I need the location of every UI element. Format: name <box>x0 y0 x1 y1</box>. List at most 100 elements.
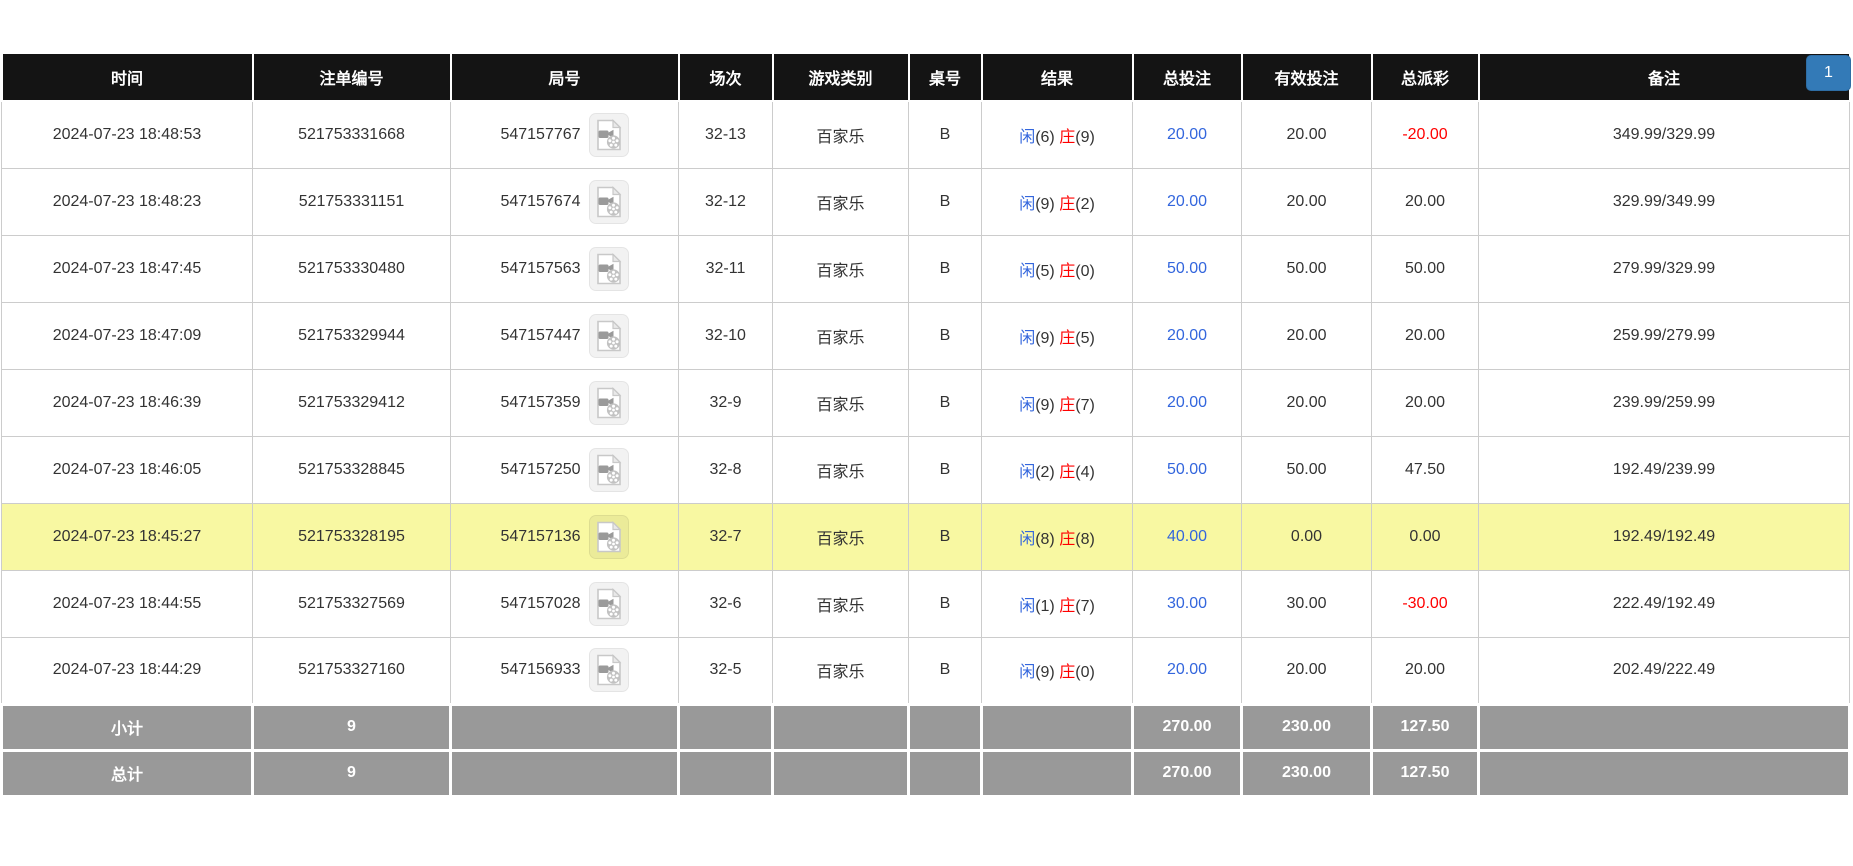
result-player-score: (5) <box>1035 262 1055 280</box>
cell-payout: 20.00 <box>1371 301 1479 370</box>
round-id-text: 547157767 <box>500 125 581 143</box>
result-player-label: 闲 <box>1019 530 1036 548</box>
cell-session: 32-7 <box>678 502 773 571</box>
cell-payout: 0.00 <box>1371 502 1479 571</box>
cell-round-id: 547157136 <box>450 502 679 571</box>
cell-table-no: B <box>908 100 982 169</box>
cell-payout: 20.00 <box>1371 636 1479 705</box>
cell-game-type: 百家乐 <box>772 234 909 303</box>
cell-session: 32-6 <box>678 569 773 638</box>
cell-payout: 50.00 <box>1371 234 1479 303</box>
round-id-text: 547157359 <box>500 393 581 411</box>
cell-total-bet[interactable]: 20.00 <box>1132 368 1242 437</box>
col-header-payout: 总派彩 <box>1370 52 1480 102</box>
result-banker-label: 庄 <box>1059 128 1076 146</box>
cell-table-no: B <box>908 636 982 705</box>
result-player-label: 闲 <box>1019 329 1036 347</box>
cell-total-bet[interactable]: 30.00 <box>1132 569 1242 638</box>
cell-valid-bet: 0.00 <box>1241 502 1372 571</box>
result-player-label: 闲 <box>1019 195 1036 213</box>
cell-result: 闲(9) 庄(0) <box>981 636 1133 705</box>
round-id-text: 547156933 <box>500 661 581 678</box>
cell-time: 2024-07-23 18:44:55 <box>1 569 253 638</box>
table-row: 2024-07-23 18:44:29 521753327160 5471569… <box>1 636 1850 705</box>
cell-valid-bet: 20.00 <box>1241 100 1372 169</box>
video-replay-button[interactable] <box>588 648 629 692</box>
result-player-score: (9) <box>1035 396 1055 414</box>
video-replay-button[interactable] <box>588 246 629 291</box>
cell-total-bet[interactable]: 20.00 <box>1132 167 1242 236</box>
result-banker-score: (9) <box>1075 128 1095 146</box>
cell-round-id: 547157359 <box>450 368 679 437</box>
cell-game-type: 百家乐 <box>772 301 909 370</box>
summary-empty-cell <box>677 702 774 752</box>
subtotal-payout: 127.50 <box>1370 702 1480 752</box>
col-header-total-bet: 总投注 <box>1131 52 1243 102</box>
video-replay-button[interactable] <box>588 581 629 626</box>
video-replay-button[interactable] <box>588 112 629 157</box>
summary-empty-cell <box>771 702 910 752</box>
cell-total-bet[interactable]: 40.00 <box>1132 502 1242 571</box>
cell-game-type: 百家乐 <box>772 100 909 169</box>
table-row: 2024-07-23 18:47:09 521753329944 5471574… <box>1 301 1850 370</box>
cell-time: 2024-07-23 18:47:09 <box>1 301 253 370</box>
cell-valid-bet: 20.00 <box>1241 301 1372 370</box>
cell-remark: 192.49/192.49 <box>1478 502 1850 571</box>
cell-round-id: 547157028 <box>450 569 679 638</box>
video-replay-button[interactable] <box>588 447 629 492</box>
cell-payout: 47.50 <box>1371 435 1479 504</box>
cell-remark: 239.99/259.99 <box>1478 368 1850 437</box>
result-player-score: (1) <box>1035 597 1055 615</box>
cell-result: 闲(5) 庄(0) <box>981 234 1133 303</box>
cell-game-type: 百家乐 <box>772 502 909 571</box>
cell-total-bet[interactable]: 20.00 <box>1132 100 1242 169</box>
result-banker-score: (0) <box>1075 262 1095 280</box>
cell-remark: 192.49/239.99 <box>1478 435 1850 504</box>
video-replay-icon <box>596 319 621 351</box>
result-banker-label: 庄 <box>1059 195 1076 213</box>
cell-payout: 20.00 <box>1371 167 1479 236</box>
cell-bet-id: 521753328195 <box>252 502 451 571</box>
cell-result: 闲(9) 庄(5) <box>981 301 1133 370</box>
result-banker-score: (0) <box>1075 664 1095 681</box>
summary-empty-cell <box>449 702 680 752</box>
total-count: 9 <box>251 748 452 798</box>
col-header-round-id: 局号 <box>449 52 680 102</box>
cell-session: 32-8 <box>678 435 773 504</box>
result-banker-label: 庄 <box>1059 463 1076 481</box>
cell-remark: 329.99/349.99 <box>1478 167 1850 236</box>
table-row: 2024-07-23 18:47:45 521753330480 5471575… <box>1 234 1850 303</box>
page-button-1[interactable]: 1 <box>1806 55 1851 91</box>
result-banker-score: (5) <box>1075 329 1095 347</box>
summary-empty-cell <box>771 748 910 798</box>
col-header-valid-bet: 有效投注 <box>1240 52 1373 102</box>
summary-empty-cell <box>677 748 774 798</box>
video-replay-button[interactable] <box>588 179 629 224</box>
video-replay-icon <box>596 185 621 217</box>
cell-total-bet[interactable]: 20.00 <box>1132 636 1242 705</box>
video-replay-icon <box>596 587 621 619</box>
result-banker-score: (4) <box>1075 463 1095 481</box>
cell-time: 2024-07-23 18:45:27 <box>1 502 253 571</box>
result-player-score: (6) <box>1035 128 1055 146</box>
total-total-bet: 270.00 <box>1131 748 1243 798</box>
cell-session: 32-12 <box>678 167 773 236</box>
cell-total-bet[interactable]: 50.00 <box>1132 435 1242 504</box>
result-player-score: (9) <box>1035 329 1055 347</box>
cell-valid-bet: 30.00 <box>1241 569 1372 638</box>
cell-total-bet[interactable]: 50.00 <box>1132 234 1242 303</box>
result-banker-label: 庄 <box>1059 597 1076 615</box>
video-replay-button[interactable] <box>588 313 629 358</box>
summary-empty-cell <box>980 748 1134 798</box>
cell-game-type: 百家乐 <box>772 368 909 437</box>
subtotal-count: 9 <box>251 702 452 752</box>
cell-total-bet[interactable]: 20.00 <box>1132 301 1242 370</box>
video-replay-button[interactable] <box>588 380 629 425</box>
cell-session: 32-10 <box>678 301 773 370</box>
round-id-text: 547157028 <box>500 594 581 612</box>
cell-game-type: 百家乐 <box>772 167 909 236</box>
result-banker-label: 庄 <box>1059 396 1076 414</box>
cell-remark: 279.99/329.99 <box>1478 234 1850 303</box>
video-replay-button[interactable] <box>588 514 629 559</box>
cell-session: 32-9 <box>678 368 773 437</box>
